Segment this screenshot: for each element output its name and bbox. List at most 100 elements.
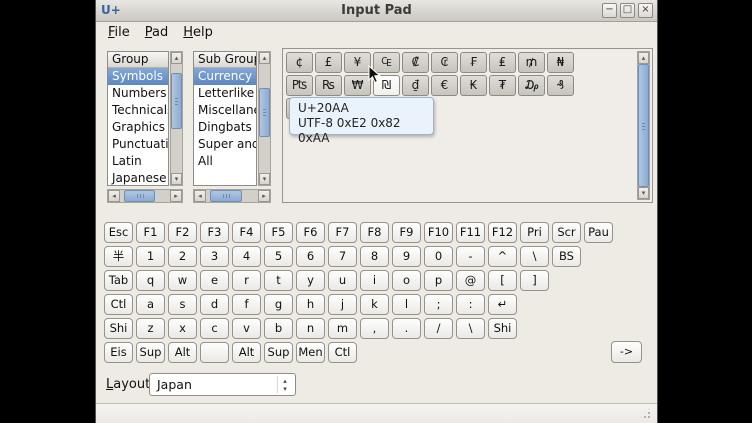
key-button[interactable]: q [136,270,165,291]
close-button[interactable]: × [638,3,653,18]
key-button[interactable]: F8 [360,222,389,243]
symbol-button[interactable]: ₮ [489,75,516,96]
key-button[interactable]: F5 [264,222,293,243]
key-button[interactable]: Ctl [104,294,133,315]
symbol-button[interactable]: £ [315,52,342,73]
key-button[interactable]: d [200,294,229,315]
key-button[interactable]: u [328,270,357,291]
key-button[interactable]: 半 [104,246,133,267]
subgroup-list-header[interactable]: Sub Group [194,52,256,68]
key-button[interactable]: F3 [200,222,229,243]
key-button[interactable]: v [232,318,261,339]
key-button[interactable]: Eis [104,342,133,363]
key-button[interactable]: F2 [168,222,197,243]
key-button[interactable]: \ [456,318,485,339]
symbol-button[interactable]: ₫ [402,75,429,96]
key-button[interactable]: Men [296,342,325,363]
subgroup-list-item[interactable]: Super and S [194,136,256,153]
key-button[interactable]: w [168,270,197,291]
key-button[interactable]: Pri [520,222,549,243]
key-button[interactable]: Pau [584,222,613,243]
key-button[interactable]: y [296,270,325,291]
key-button[interactable]: b [264,318,293,339]
key-button[interactable]: a [136,294,165,315]
key-button[interactable]: F12 [488,222,517,243]
subgroup-list-item[interactable]: All [194,153,256,170]
key-button[interactable]: n [296,318,325,339]
scroll-left-icon[interactable]: ◂ [108,190,120,202]
scroll-down-icon[interactable]: ▾ [259,173,270,185]
minimize-button[interactable]: − [602,3,617,18]
key-button[interactable]: 4 [232,246,261,267]
group-list-item[interactable]: Latin [108,153,168,170]
key-button[interactable]: j [328,294,357,315]
key-button[interactable]: h [296,294,325,315]
scrollbar-track[interactable] [120,190,170,202]
symbol-button[interactable]: ₩ [344,75,371,96]
symbol-button[interactable]: ₯ [518,75,545,96]
key-button[interactable]: \ [520,246,549,267]
key-button[interactable]: 6 [296,246,325,267]
group-list-item[interactable]: Punctuation [108,136,168,153]
key-button[interactable]: ↵ [488,294,517,315]
scrollbar-track[interactable] [259,64,270,173]
key-button[interactable]: 5 [264,246,293,267]
key-button[interactable]: 3 [200,246,229,267]
key-button[interactable]: : [456,294,485,315]
symbol-vertical-scrollbar[interactable]: ▴ ▾ [637,51,650,200]
key-button[interactable]: F10 [424,222,453,243]
scrollbar-thumb[interactable] [638,64,649,187]
key-button[interactable]: / [424,318,453,339]
key-button[interactable]: 9 [392,246,421,267]
subgroup-horizontal-scrollbar[interactable]: ◂ ▸ [193,189,271,203]
scrollbar-track[interactable] [171,64,182,173]
scroll-up-icon[interactable]: ▴ [638,52,649,64]
key-button[interactable]: e [200,270,229,291]
key-button[interactable]: Shi [488,318,517,339]
scroll-left-icon[interactable]: ◂ [194,190,206,202]
symbol-button[interactable]: € [431,75,458,96]
key-button[interactable]: F9 [392,222,421,243]
key-button[interactable]: l [392,294,421,315]
group-horizontal-scrollbar[interactable]: ◂ ▸ [107,189,183,203]
key-button[interactable]: Sup [264,342,293,363]
key-button[interactable]: Alt [168,342,197,363]
key-button[interactable]: p [424,270,453,291]
key-button[interactable]: 1 [136,246,165,267]
key-button[interactable]: 7 [328,246,357,267]
key-button[interactable]: BS [552,246,581,267]
titlebar[interactable]: U+ Input Pad − □ × [96,0,657,22]
scroll-up-icon[interactable]: ▴ [259,52,270,64]
key-button[interactable]: 8 [360,246,389,267]
key-button[interactable]: 0 [424,246,453,267]
key-button[interactable]: ; [424,294,453,315]
scrollbar-track[interactable] [638,64,649,187]
key-button[interactable]: ^ [488,246,517,267]
symbol-button[interactable]: ¢ [286,52,313,73]
symbol-button[interactable]: ₡ [402,52,429,73]
menu-item[interactable]: Pad [138,23,176,42]
subgroup-list-item[interactable]: Miscellaneo [194,102,256,119]
key-button[interactable]: k [360,294,389,315]
symbol-button[interactable]: ¥ [344,52,371,73]
symbol-button[interactable]: ₦ [547,52,574,73]
key-button[interactable]: F11 [456,222,485,243]
key-button[interactable]: Esc [104,222,133,243]
key-button[interactable]: 2 [168,246,197,267]
subgroup-list-item[interactable]: Currency [194,68,256,85]
scroll-down-icon[interactable]: ▾ [171,173,182,185]
key-button[interactable]: s [168,294,197,315]
group-list-item[interactable]: Technicals [108,102,168,119]
key-button[interactable]: F4 [232,222,261,243]
key-button[interactable]: o [392,270,421,291]
key-button[interactable]: , [360,318,389,339]
menu-item[interactable]: File [101,23,138,42]
key-button[interactable]: Tab [104,270,133,291]
symbol-button[interactable]: ₰ [547,75,574,96]
scroll-right-icon[interactable]: ▸ [258,190,270,202]
symbol-button[interactable]: ₢ [431,52,458,73]
key-button[interactable]: F1 [136,222,165,243]
key-button[interactable]: Sup [136,342,165,363]
group-list-header[interactable]: Group [108,52,168,68]
scrollbar-thumb[interactable] [210,190,242,202]
